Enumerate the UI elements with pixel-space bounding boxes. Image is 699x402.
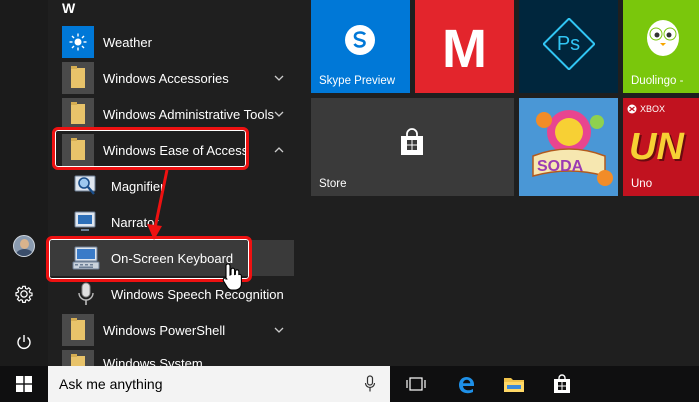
- search-input[interactable]: [59, 366, 349, 402]
- edge-icon: [459, 377, 474, 394]
- task-view-icon: [406, 377, 426, 391]
- edge-browser-button[interactable]: [442, 366, 490, 402]
- taskbar: [0, 366, 699, 402]
- search-box[interactable]: [48, 366, 390, 402]
- microphone-icon[interactable]: [364, 375, 376, 393]
- windows-logo-icon: [16, 376, 32, 392]
- store-taskbar-button[interactable]: [538, 366, 586, 402]
- task-view-button[interactable]: [392, 366, 440, 402]
- annotation-arrow: [147, 169, 169, 240]
- file-explorer-icon: [504, 378, 524, 392]
- start-menu: W Weather Windows Accessories Windows Ad…: [0, 0, 699, 366]
- start-button[interactable]: [0, 366, 48, 402]
- file-explorer-button[interactable]: [490, 366, 538, 402]
- hand-cursor-icon: [222, 263, 242, 291]
- store-bag-icon: [554, 374, 570, 393]
